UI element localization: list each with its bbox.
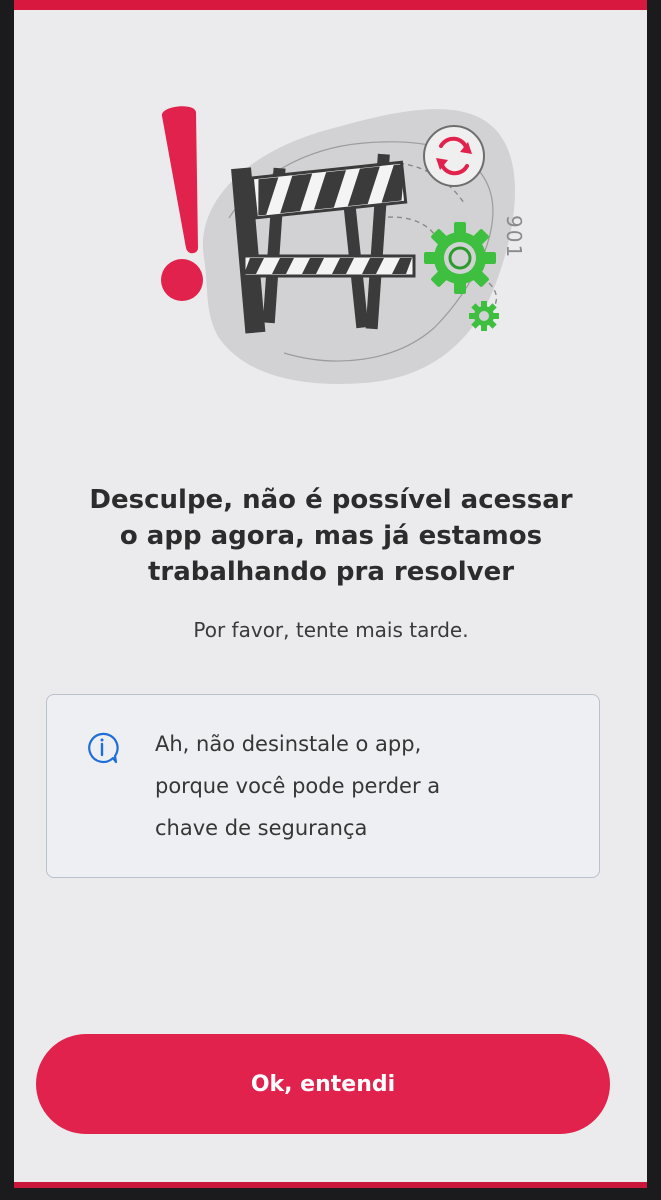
info-icon <box>88 732 119 764</box>
info-notice: Ah, não desinstale o app, porque você po… <box>46 694 600 878</box>
error-subtitle: Por favor, tente mais tarde. <box>193 618 469 642</box>
maintenance-illustration <box>161 106 515 384</box>
gear-icon <box>424 222 496 294</box>
app-screen: 901 Desculpe, não é possível acessar o a… <box>14 0 647 1188</box>
refresh-icon <box>423 125 485 187</box>
error-title-line: Desculpe, não é possível acessar <box>89 485 573 515</box>
exclamation-bar <box>161 106 198 254</box>
bottom-brand-strip <box>14 1182 647 1188</box>
error-title: Desculpe, não é possível acessar o app a… <box>74 482 588 590</box>
error-title-line: trabalhando pra resolver <box>147 557 515 587</box>
top-brand-strip <box>14 0 647 10</box>
info-notice-line: Ah, não desinstale o app, <box>155 732 422 756</box>
error-title-line: o app agora, mas já estamos <box>119 521 543 551</box>
error-code: 901 <box>502 215 526 260</box>
ok-understood-button[interactable]: Ok, entendi <box>36 1034 610 1134</box>
exclamation-dot <box>161 259 203 301</box>
info-notice-text: Ah, não desinstale o app, porque você po… <box>155 723 575 849</box>
small-gear-icon <box>469 301 499 331</box>
info-notice-line: porque você pode perder a <box>155 774 441 798</box>
info-notice-line: chave de segurança <box>155 816 368 840</box>
